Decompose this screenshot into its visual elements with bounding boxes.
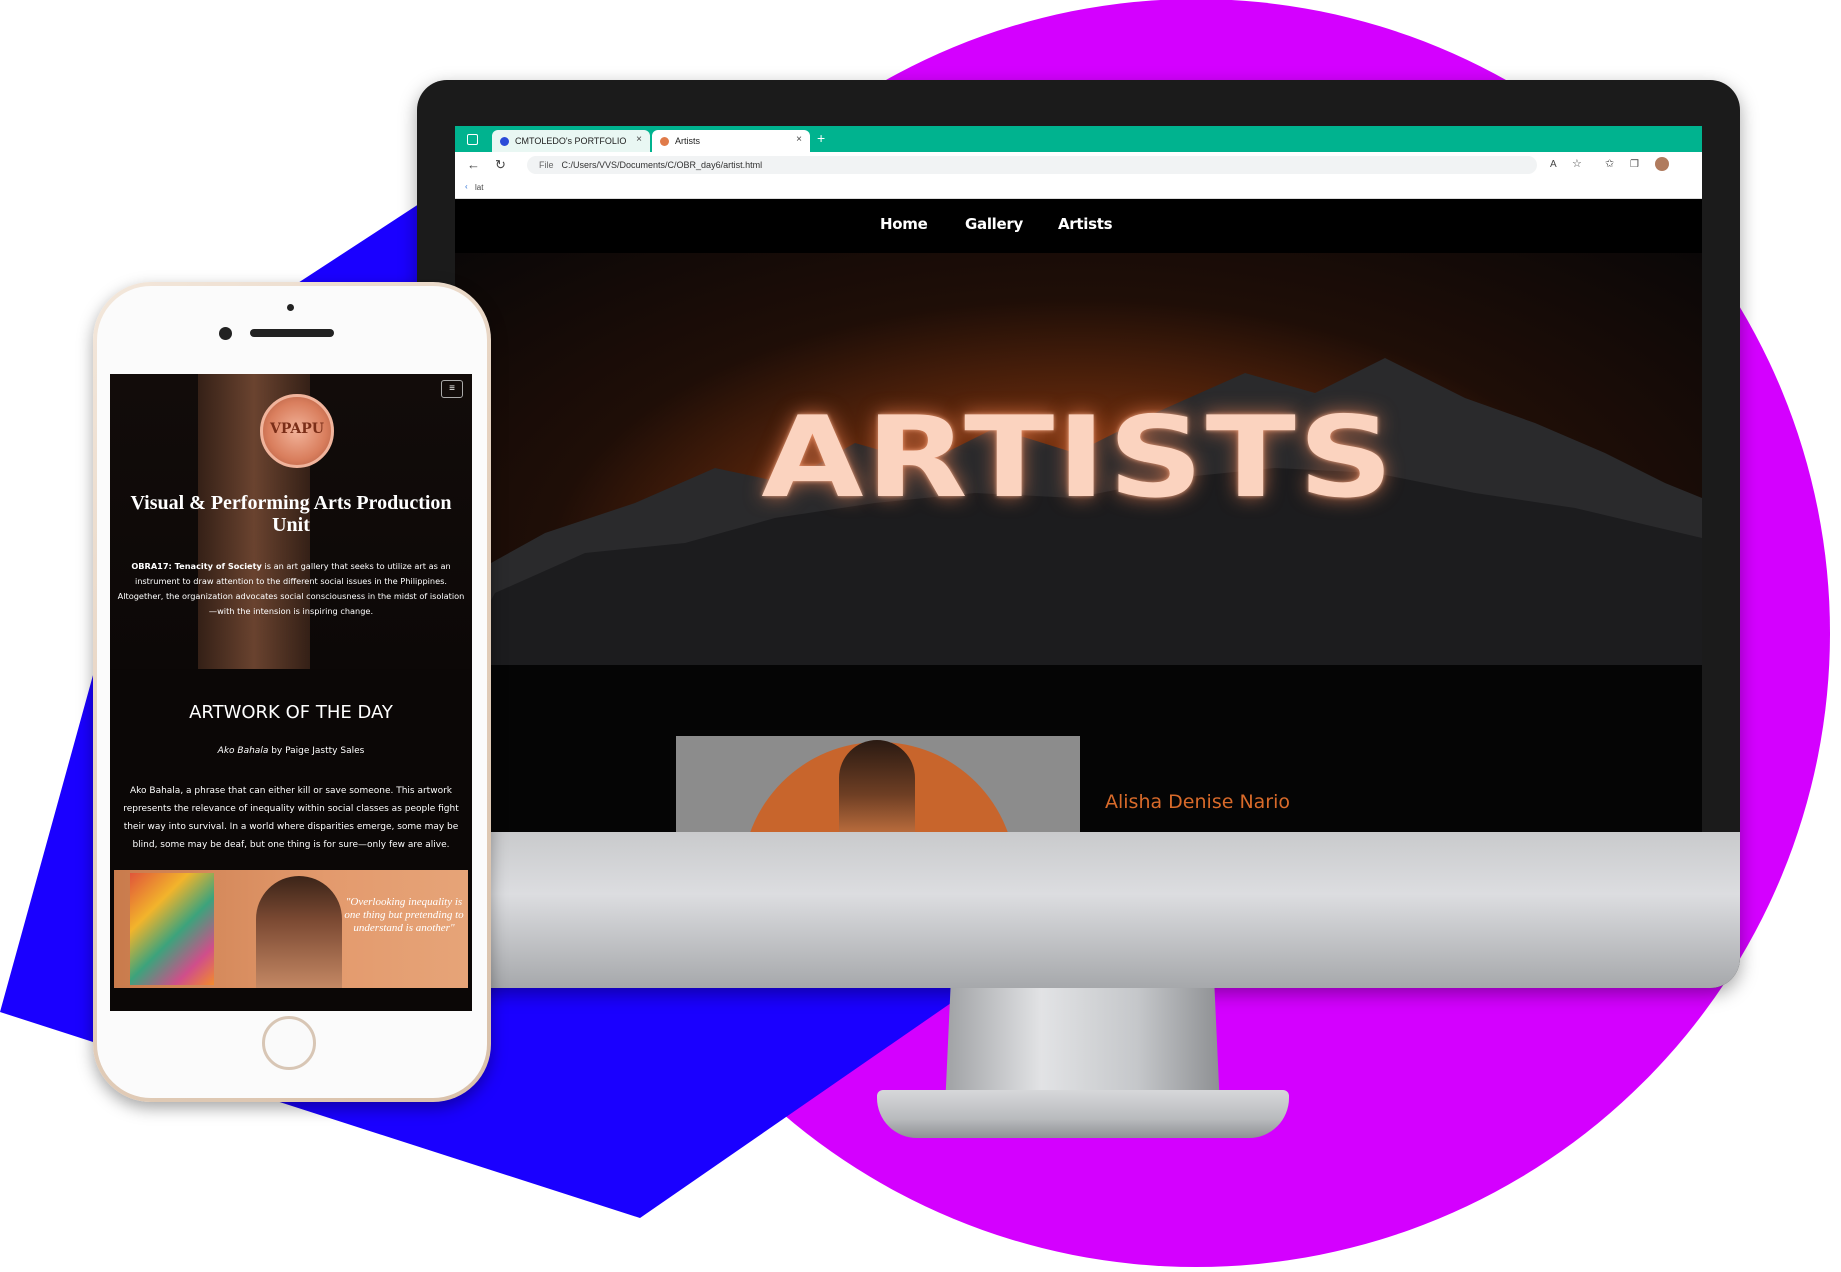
nav-artists[interactable]: Artists	[1058, 215, 1113, 233]
artwork-collage	[130, 873, 214, 985]
close-tab-icon[interactable]: ×	[636, 134, 642, 145]
logo-text: VPAPU	[270, 421, 324, 437]
favorites-bar: ‹ lat	[455, 178, 1702, 199]
file-label: File	[539, 160, 554, 170]
hero-title: ARTISTS	[761, 393, 1396, 523]
phone-home-button[interactable]	[262, 1016, 316, 1070]
phone-sensor	[287, 304, 294, 311]
read-aloud-icon[interactable]: A	[1550, 158, 1557, 171]
browser-address-bar: ← ↻ File C:/Users/VVS/Documents/C/OBR_da…	[455, 152, 1702, 178]
artwork-title: Ako Bahala	[217, 746, 269, 756]
phone-screen: VPAPU ≡ Visual & Performing Arts Product…	[110, 374, 472, 1011]
monitor-chin	[456, 832, 1740, 988]
phone-hero: VPAPU ≡ Visual & Performing Arts Product…	[110, 374, 472, 669]
artwork-banner[interactable]: "Overlooking inequality is one thing but…	[114, 870, 468, 988]
artwork-description: Ako Bahala, a phrase that can either kil…	[123, 786, 459, 850]
phone-camera	[219, 327, 232, 340]
monitor-stand-base	[877, 1090, 1289, 1138]
phone-speaker	[250, 329, 334, 337]
monitor-screen: CMTOLEDO's PORTFOLIO × Artists × + ← ↻ F…	[455, 126, 1702, 832]
intro-bold: OBRA17: Tenacity of Society	[131, 561, 262, 571]
artist-name[interactable]: Alisha Denise Nario	[1105, 791, 1290, 813]
vpapu-logo: VPAPU	[260, 394, 334, 468]
hero-banner: ARTISTS	[455, 253, 1702, 665]
close-tab-icon[interactable]: ×	[796, 134, 802, 145]
web-page: Home Gallery Artists ARTISTS Alisha Deni…	[455, 199, 1702, 832]
collections-icon[interactable]: ❐	[1630, 158, 1639, 171]
artist-photo[interactable]	[676, 736, 1080, 832]
favorites-icon[interactable]: ✩	[1605, 158, 1614, 171]
artwork-of-the-day-heading: ARTWORK OF THE DAY	[189, 702, 393, 723]
tab-label: CMTOLEDO's PORTFOLIO	[515, 136, 627, 146]
phone-intro: OBRA17: Tenacity of Society is an art ga…	[116, 559, 466, 619]
phone-heading: Visual & Performing Arts Production Unit	[130, 492, 452, 536]
artwork-credit: Ako Bahala by Paige Jastty Sales	[110, 746, 472, 756]
new-tab-button[interactable]: +	[817, 131, 825, 145]
artists-favicon-icon	[660, 136, 669, 146]
favorite-star-icon[interactable]: ☆	[1572, 158, 1582, 171]
favorites-item[interactable]: lat	[475, 183, 483, 192]
profile-avatar[interactable]	[1655, 157, 1669, 171]
nav-gallery[interactable]: Gallery	[965, 215, 1023, 233]
hamburger-menu-icon[interactable]: ≡	[441, 380, 463, 398]
refresh-icon[interactable]: ↻	[495, 158, 506, 171]
browser-tab-portfolio[interactable]: CMTOLEDO's PORTFOLIO ×	[492, 130, 650, 152]
artwork-author: by Paige Jastty Sales	[268, 746, 365, 756]
artist-portrait	[839, 740, 915, 832]
nav-home[interactable]: Home	[880, 215, 928, 233]
url-text: C:/Users/VVS/Documents/C/OBR_day6/artist…	[561, 160, 763, 170]
tab-label: Artists	[675, 136, 701, 146]
portfolio-favicon-icon	[500, 136, 509, 146]
artist-portrait	[256, 876, 342, 988]
favorites-folder-icon: ‹	[465, 182, 468, 191]
browser-tab-artists[interactable]: Artists ×	[652, 130, 810, 152]
browser-tab-bar: CMTOLEDO's PORTFOLIO × Artists × +	[455, 126, 1702, 152]
tab-actions-icon[interactable]	[467, 134, 478, 145]
url-input[interactable]: File C:/Users/VVS/Documents/C/OBR_day6/a…	[527, 156, 1537, 174]
site-navbar: Home Gallery Artists	[455, 199, 1702, 253]
back-arrow-icon[interactable]: ←	[467, 158, 480, 171]
artwork-quote: "Overlooking inequality is one thing but…	[344, 896, 464, 934]
